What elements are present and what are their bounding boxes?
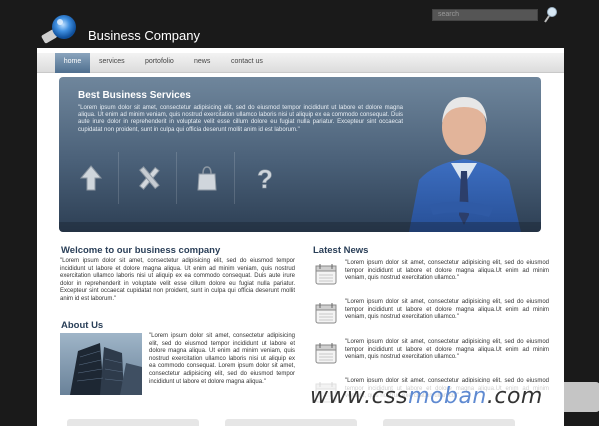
brand-name: Business Company bbox=[88, 28, 200, 43]
news-title: Latest News bbox=[313, 245, 369, 256]
content-page: home services portofolio news contact us… bbox=[37, 48, 564, 426]
about-text: "Lorem ipsum dolor sit amet, consectetur… bbox=[149, 333, 295, 385]
top-bar: Business Company search bbox=[0, 0, 599, 52]
watermark-part: www.css bbox=[310, 384, 409, 409]
footer-tab bbox=[383, 419, 515, 426]
hero-icon-cell[interactable]: ? bbox=[237, 152, 293, 204]
news-text: "Lorem ipsum dolor sit amet, consectetur… bbox=[345, 339, 549, 361]
nav-services[interactable]: services bbox=[99, 53, 125, 73]
news-text: "Lorem ipsum dolor sit amet, consectetur… bbox=[345, 260, 549, 282]
footer-tab bbox=[67, 419, 199, 426]
hero-icon-cell[interactable] bbox=[121, 152, 177, 204]
search-icon[interactable] bbox=[543, 6, 559, 24]
lightbulb-logo-icon bbox=[41, 15, 76, 44]
news-text: "Lorem ipsum dolor sit amet, consectetur… bbox=[345, 299, 549, 321]
tools-icon bbox=[139, 166, 160, 190]
news-item[interactable]: "Lorem ipsum dolor sit amet, consectetur… bbox=[313, 299, 549, 335]
welcome-text: "Lorem ipsum dolor sit amet, consectetur… bbox=[60, 258, 295, 302]
news-item[interactable]: "Lorem ipsum dolor sit amet, consectetur… bbox=[313, 339, 549, 375]
search-input[interactable]: search bbox=[432, 9, 538, 21]
arrow-up-icon bbox=[79, 165, 103, 191]
hero-text: "Lorem ipsum dolor sit amet, consectetur… bbox=[78, 105, 403, 133]
building-image bbox=[70, 343, 142, 395]
watermark: www.cssmoban.com bbox=[300, 382, 599, 412]
bag-icon bbox=[197, 166, 217, 191]
footer-tab bbox=[225, 419, 357, 426]
nav-home[interactable]: home bbox=[55, 53, 90, 73]
calendar-icon bbox=[315, 303, 337, 324]
hero-icon-cell[interactable] bbox=[63, 152, 119, 204]
svg-text:?: ? bbox=[257, 164, 273, 192]
calendar-icon bbox=[315, 264, 337, 285]
nav-portofolio[interactable]: portofolio bbox=[145, 53, 174, 73]
watermark-part: moban bbox=[408, 384, 487, 409]
about-building-image bbox=[60, 333, 142, 395]
nav-contact-us[interactable]: contact us bbox=[231, 53, 263, 73]
nav-news[interactable]: news bbox=[194, 53, 210, 73]
calendar-icon bbox=[315, 343, 337, 364]
hero-icon-cell[interactable] bbox=[179, 152, 235, 204]
hero-icon-row: ? bbox=[63, 152, 293, 204]
question-icon: ? bbox=[257, 164, 273, 192]
hero-bottom-strip bbox=[59, 222, 541, 232]
main-nav: home services portofolio news contact us bbox=[37, 53, 564, 73]
watermark-part: .com bbox=[486, 384, 543, 409]
watermark-text: www.cssmoban.com bbox=[310, 384, 543, 409]
hero-title: Best Business Services bbox=[78, 90, 191, 101]
news-item[interactable]: "Lorem ipsum dolor sit amet, consectetur… bbox=[313, 260, 549, 296]
businessman-photo bbox=[409, 97, 521, 232]
hero-banner: Best Business Services "Lorem ipsum dolo… bbox=[59, 77, 541, 232]
welcome-title: Welcome to our business company bbox=[61, 245, 221, 256]
about-title: About Us bbox=[61, 320, 104, 331]
